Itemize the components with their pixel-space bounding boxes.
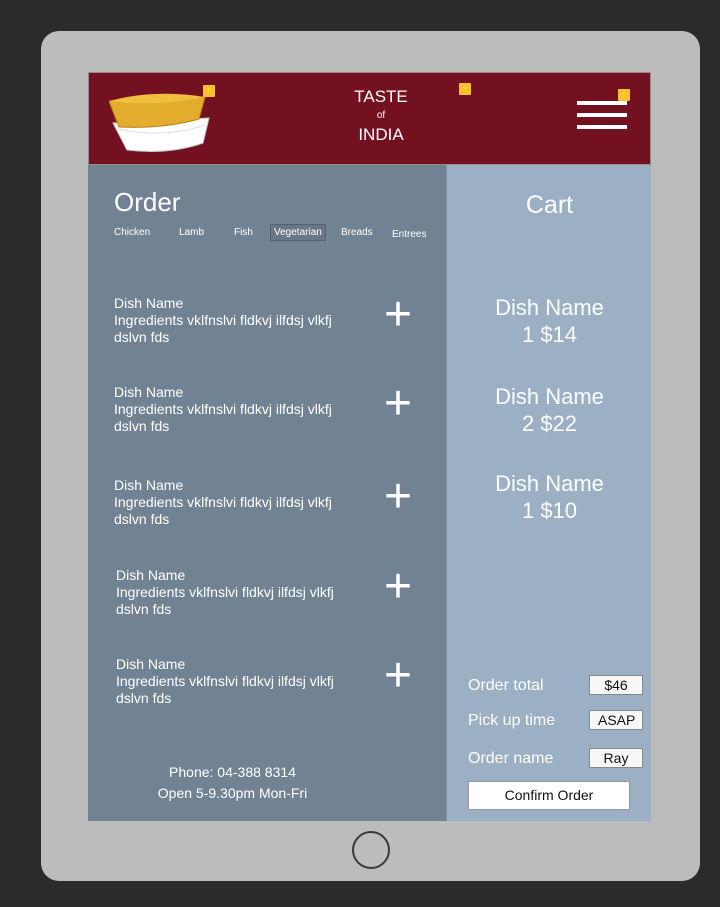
add-dish-button[interactable]: + [384, 291, 412, 339]
cart-item: Dish Name 2 $22 [447, 383, 652, 437]
home-button[interactable] [352, 831, 390, 869]
tab-fish[interactable]: Fish [234, 227, 253, 238]
pickup-time-field[interactable]: ASAP [589, 710, 643, 730]
lightning-badge-icon: ⚡ [203, 85, 215, 97]
cart-item-qty-price: 1 $14 [521, 322, 578, 347]
order-panel: Order Chicken Lamb Fish Vegetarian Bread… [91, 165, 446, 821]
dish-item: Dish Name Ingredients vklfnslvi fldkvj i… [116, 563, 446, 618]
cart-item-qty-price: 1 $10 [521, 498, 578, 523]
cart-item-name: Dish Name [495, 471, 604, 496]
hamburger-menu-icon[interactable] [577, 101, 627, 133]
order-total-value: $46 [589, 675, 643, 695]
cart-panel: Cart Dish Name 1 $14 Dish Name 2 $22 Dis… [446, 165, 651, 821]
dish-ingredients: Ingredients vklfnslvi fldkvj ilfdsj vlkf… [114, 312, 332, 345]
tab-chicken[interactable]: Chicken [114, 227, 150, 238]
order-title: Order [114, 187, 181, 217]
lightning-badge-icon: ⚡ [618, 89, 630, 101]
add-dish-button[interactable]: + [384, 563, 412, 611]
dish-item: Dish Name Ingredients vklfnslvi fldkvj i… [114, 291, 444, 346]
tab-vegetarian[interactable]: Vegetarian [270, 224, 326, 241]
app-screen: ⚡ TASTE of INDIA ⚡ ⚡ Order Chicken Lamb … [88, 72, 651, 821]
brand-line-india: INDIA [358, 125, 404, 144]
cart-title: Cart [525, 191, 574, 219]
cart-item: Dish Name 1 $14 [447, 294, 652, 348]
tab-lamb[interactable]: Lamb [179, 227, 204, 238]
cart-item-name: Dish Name [495, 384, 604, 409]
food-container-logo-icon [109, 93, 210, 152]
pickup-time-row: Pick up time ASAP [468, 710, 643, 732]
brand-title: TASTE of INDIA [321, 87, 441, 145]
add-dish-button[interactable]: + [384, 380, 412, 428]
lightning-badge-icon: ⚡ [459, 83, 471, 95]
brand-line-of: of [376, 110, 386, 121]
tab-entrees[interactable]: Entrees [392, 229, 426, 240]
app-header: ⚡ TASTE of INDIA ⚡ ⚡ [88, 72, 651, 165]
cart-item: Dish Name 1 $10 [447, 470, 652, 524]
order-name-label: Order name [468, 750, 554, 767]
order-total-row: Order total $46 [468, 675, 643, 697]
add-dish-button[interactable]: + [384, 473, 412, 521]
dish-item: Dish Name Ingredients vklfnslvi fldkvj i… [114, 473, 444, 528]
confirm-order-button[interactable]: Confirm Order [468, 781, 630, 810]
cart-item-name: Dish Name [495, 295, 604, 320]
hours-text: Open 5-9.30pm Mon-Fri [157, 785, 308, 801]
dish-ingredients: Ingredients vklfnslvi fldkvj ilfdsj vlkf… [114, 401, 332, 434]
tab-breads[interactable]: Breads [341, 227, 373, 238]
order-name-field[interactable]: Ray [589, 748, 643, 768]
pickup-time-label: Pick up time [468, 712, 556, 729]
restaurant-info: Phone: 04-388 8314 Open 5-9.30pm Mon-Fri [91, 762, 374, 804]
dish-ingredients: Ingredients vklfnslvi fldkvj ilfdsj vlkf… [116, 584, 334, 617]
dish-ingredients: Ingredients vklfnslvi fldkvj ilfdsj vlkf… [116, 673, 334, 706]
dish-item: Dish Name Ingredients vklfnslvi fldkvj i… [114, 380, 444, 435]
phone-text: Phone: 04-388 8314 [169, 764, 296, 780]
cart-item-qty-price: 2 $22 [521, 411, 578, 436]
order-name-row: Order name Ray [468, 748, 643, 770]
dish-item: Dish Name Ingredients vklfnslvi fldkvj i… [116, 652, 446, 707]
brand-line-taste: TASTE [354, 87, 408, 106]
add-dish-button[interactable]: + [384, 652, 412, 700]
order-total-label: Order total [468, 677, 544, 694]
dish-ingredients: Ingredients vklfnslvi fldkvj ilfdsj vlkf… [114, 494, 332, 527]
